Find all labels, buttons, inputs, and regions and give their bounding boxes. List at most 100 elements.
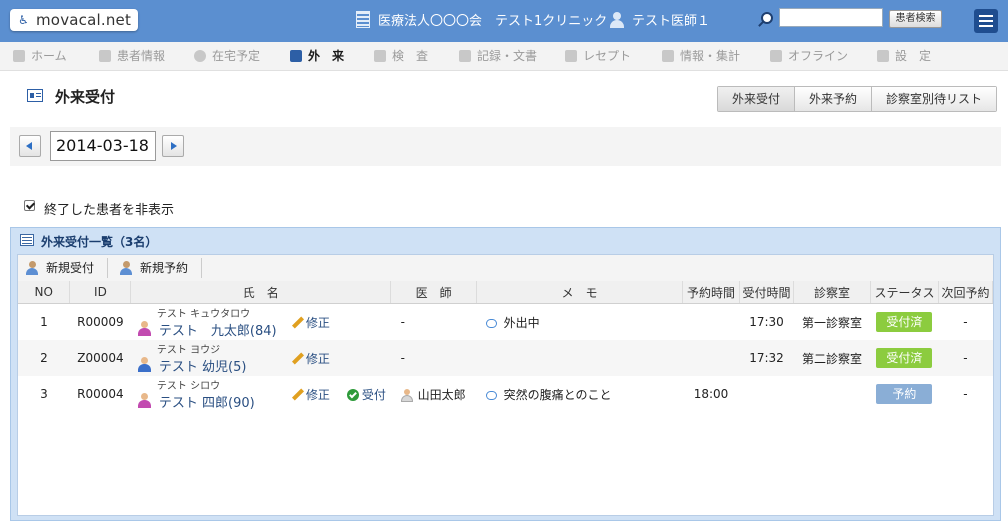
nav-patient-info[interactable]: 患者情報 xyxy=(99,42,165,70)
panel-body: 新規受付 新規予約 NO ID 氏 名 医 師 メ モ 予約時間 受付時間 診察… xyxy=(17,254,994,516)
edit-label: 修正 xyxy=(305,388,330,402)
col-id[interactable]: ID xyxy=(69,281,132,304)
table-row[interactable]: 1 R00009 テスト キュウタロウ テスト 九太郎(84) 修正 - 外出中… xyxy=(18,304,993,341)
pencil-icon xyxy=(291,388,304,401)
main-nav: ホーム 患者情報 在宅予定 外 来 検 査 記録・文書 レセプト 情報・集計 オ… xyxy=(0,42,1008,71)
list-icon xyxy=(20,234,34,246)
menu-bar xyxy=(979,15,993,17)
date-field[interactable]: 2014-03-18 xyxy=(50,131,156,161)
nav-home-visit[interactable]: 在宅予定 xyxy=(194,42,260,70)
row-id: R00009 xyxy=(77,315,124,329)
search-icon xyxy=(758,12,773,26)
row-accept-time xyxy=(740,376,794,412)
col-memo[interactable]: メ モ xyxy=(476,281,684,304)
id-card-icon xyxy=(290,50,302,62)
edit-label: 修正 xyxy=(305,316,330,330)
row-accept-time: 17:30 xyxy=(749,315,784,329)
nav-home[interactable]: ホーム xyxy=(13,42,67,70)
nav-records[interactable]: 記録・文書 xyxy=(459,42,537,70)
memo-bubble-icon xyxy=(485,318,497,328)
table-row[interactable]: 2 Z00004 テスト ヨウジ テスト 幼児(5) 修正 - 17:32 第二… xyxy=(18,340,993,376)
current-user[interactable]: テスト医師１ xyxy=(610,10,710,29)
edit-button[interactable]: 修正 xyxy=(291,350,330,367)
hide-finished-checkbox[interactable] xyxy=(24,200,35,211)
col-next[interactable]: 次回予約 xyxy=(938,281,994,304)
nav-exam[interactable]: 検 査 xyxy=(374,42,428,70)
tool-label: 新規受付 xyxy=(46,261,95,275)
document-icon xyxy=(459,50,471,62)
row-status-cell: 受付済 xyxy=(870,340,939,376)
patient-search-button[interactable]: 患者検索 xyxy=(889,10,942,28)
row-next: - xyxy=(963,315,968,329)
tab-room-waitlist[interactable]: 診察室別待リスト xyxy=(871,87,997,111)
tab-outpatient-reception[interactable]: 外来受付 xyxy=(718,87,795,111)
status-badge[interactable]: 受付済 xyxy=(876,348,933,368)
date-bar: 2014-03-18 xyxy=(10,127,1001,166)
reception-list-panel: 外来受付一覧（3名） 新規受付 新規予約 NO ID 氏 名 医 師 メ モ 予… xyxy=(10,227,1001,521)
doctor-name: 山田太郎 xyxy=(417,387,466,402)
nav-statistics[interactable]: 情報・集計 xyxy=(662,42,740,70)
patient-search-input[interactable] xyxy=(779,8,883,27)
building-icon xyxy=(356,11,370,28)
col-room[interactable]: 診察室 xyxy=(793,281,871,304)
table-row[interactable]: 3 R00004 テスト シロウ テスト 四郎(90) 修正 受付 山田太郎 突… xyxy=(18,376,993,412)
col-doctor[interactable]: 医 師 xyxy=(390,281,478,304)
tool-label: 新規予約 xyxy=(140,261,189,275)
new-reservation-button[interactable]: 新規予約 xyxy=(120,255,188,281)
row-name-cell: テスト キュウタロウ テスト 九太郎(84) 修正 xyxy=(131,304,391,341)
toolbar-divider xyxy=(107,258,108,278)
row-doctor: - xyxy=(400,315,405,329)
nav-label: 在宅予定 xyxy=(212,49,261,63)
male-patient-icon xyxy=(137,357,152,372)
next-day-button[interactable] xyxy=(162,135,184,157)
row-memo[interactable] xyxy=(476,340,683,376)
tab-outpatient-reservation[interactable]: 外来予約 xyxy=(794,87,872,111)
status-badge[interactable]: 受付済 xyxy=(876,312,933,332)
patient-kana: テスト ヨウジ xyxy=(156,345,221,356)
app-header: ♿ movacal.net 医療法人〇〇〇会 テスト1クリニック テスト医師１ … xyxy=(0,0,1008,42)
row-name-cell: テスト ヨウジ テスト 幼児(5) 修正 xyxy=(130,340,391,376)
app-logo[interactable]: ♿ movacal.net xyxy=(10,9,138,31)
menu-bar xyxy=(979,20,993,22)
memo-bubble-icon xyxy=(485,390,497,400)
menu-bar xyxy=(979,25,993,27)
col-name[interactable]: 氏 名 xyxy=(130,281,392,304)
hamburger-menu-icon[interactable] xyxy=(974,9,998,33)
row-next: - xyxy=(963,387,968,401)
col-no[interactable]: NO xyxy=(18,281,71,304)
patient-name-block: テスト キュウタロウ テスト 九太郎(84) 修正 xyxy=(131,304,391,340)
chevron-right-icon xyxy=(171,142,177,150)
nav-outpatient[interactable]: 外 来 xyxy=(290,42,344,70)
nav-label: 情報・集計 xyxy=(680,49,741,63)
receipt-icon xyxy=(565,50,577,62)
row-memo[interactable]: 突然の腹痛とのこと xyxy=(477,376,683,412)
edit-button[interactable]: 修正 xyxy=(291,314,330,331)
col-accept-time[interactable]: 受付時間 xyxy=(739,281,794,304)
row-status-cell: 受付済 xyxy=(870,304,938,341)
prev-day-button[interactable] xyxy=(19,135,41,157)
col-reserve-time[interactable]: 予約時間 xyxy=(682,281,740,304)
nav-settings[interactable]: 設 定 xyxy=(877,42,931,70)
row-memo[interactable]: 外出中 xyxy=(477,304,683,341)
patient-name-link[interactable]: テスト 幼児(5) xyxy=(159,356,247,375)
nav-offline[interactable]: オフライン xyxy=(770,42,848,70)
patient-name-link[interactable]: テスト 四郎(90) xyxy=(159,392,255,411)
new-reception-button[interactable]: 新規受付 xyxy=(26,255,94,281)
col-status[interactable]: ステータス xyxy=(870,281,939,304)
edit-button[interactable]: 修正 xyxy=(291,386,330,403)
row-no: 3 xyxy=(40,387,48,401)
female-patient-icon xyxy=(137,393,152,408)
chevron-left-icon xyxy=(26,142,32,150)
row-reserve-time: 18:00 xyxy=(693,387,729,401)
patient-name-link[interactable]: テスト 九太郎(84) xyxy=(159,320,277,339)
accept-button[interactable]: 受付 xyxy=(346,386,386,403)
doctor-icon xyxy=(400,388,413,402)
patient-kana: テスト キュウタロウ xyxy=(156,309,251,320)
status-badge[interactable]: 予約 xyxy=(876,384,933,404)
row-reserve-time xyxy=(683,304,740,341)
toolbar-divider xyxy=(201,258,202,278)
clinic-name: 医療法人〇〇〇会 テスト1クリニック xyxy=(356,10,607,29)
row-status-cell: 予約 xyxy=(870,376,938,412)
hide-finished-label: 終了した患者を非表示 xyxy=(44,203,175,218)
nav-receipt[interactable]: レセプト xyxy=(565,42,631,70)
